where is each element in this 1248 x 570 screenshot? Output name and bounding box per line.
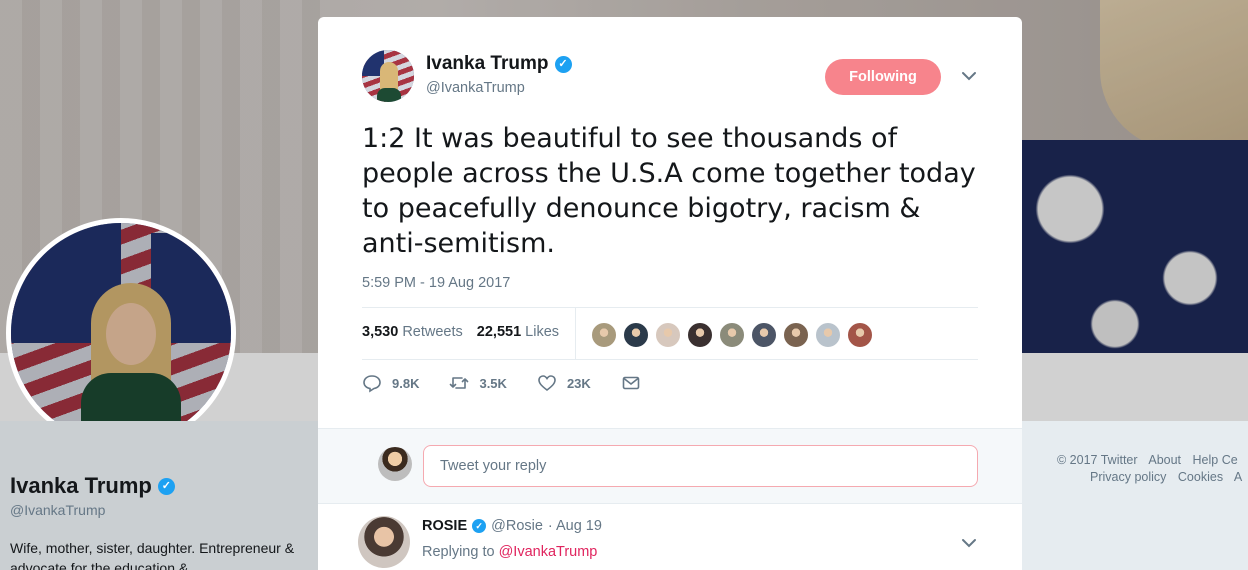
footer-copyright: © 2017 Twitter bbox=[1057, 453, 1138, 467]
liker-avatar[interactable] bbox=[750, 321, 778, 349]
profile-handle[interactable]: @IvankaTrump bbox=[10, 502, 105, 518]
current-user-avatar[interactable] bbox=[378, 447, 412, 481]
stats-separator bbox=[575, 308, 576, 360]
author-handle[interactable]: @IvankaTrump bbox=[426, 80, 525, 96]
liker-avatar[interactable] bbox=[686, 321, 714, 349]
footer-about-link[interactable]: About bbox=[1148, 453, 1181, 467]
divider bbox=[362, 307, 978, 308]
reply-icon bbox=[363, 375, 381, 393]
liker-avatar[interactable] bbox=[654, 321, 682, 349]
author-avatar[interactable] bbox=[362, 50, 414, 102]
liker-avatar[interactable] bbox=[590, 321, 618, 349]
chevron-down-icon[interactable] bbox=[960, 69, 978, 83]
reply-author-handle[interactable]: @Rosie bbox=[491, 518, 543, 534]
reply-author-name[interactable]: ROSIE bbox=[422, 518, 467, 534]
chevron-down-icon[interactable] bbox=[960, 536, 978, 550]
likers-avatar-row bbox=[590, 321, 874, 349]
reply-action[interactable]: 9.8K bbox=[362, 373, 419, 393]
tweet-stats: 3,530 Retweets 22,551 Likes bbox=[362, 324, 559, 340]
footer-privacy-link[interactable]: Privacy policy bbox=[1090, 470, 1166, 484]
replying-to: Replying to @IvankaTrump bbox=[422, 544, 598, 560]
like-action[interactable]: 23K bbox=[537, 373, 591, 393]
liker-avatar[interactable] bbox=[782, 321, 810, 349]
replying-to-link[interactable]: @IvankaTrump bbox=[499, 544, 598, 560]
retweet-action[interactable]: 3.5K bbox=[449, 373, 507, 393]
liker-avatar[interactable] bbox=[846, 321, 874, 349]
envelope-icon bbox=[622, 376, 640, 390]
following-button[interactable]: Following bbox=[825, 59, 941, 95]
footer-ads-link[interactable]: A bbox=[1234, 470, 1242, 484]
heart-icon bbox=[538, 375, 556, 392]
profile-name[interactable]: Ivanka Trump ✓ bbox=[10, 473, 175, 499]
divider bbox=[362, 359, 978, 360]
liker-avatar[interactable] bbox=[622, 321, 650, 349]
reply-author-avatar[interactable] bbox=[358, 516, 410, 568]
verified-badge-icon: ✓ bbox=[472, 519, 487, 533]
profile-bio: Wife, mother, sister, daughter. Entrepre… bbox=[10, 540, 295, 570]
tweet-actions: 9.8K 3.5K 23K bbox=[362, 373, 671, 393]
author-name[interactable]: Ivanka Trump ✓ bbox=[426, 53, 572, 75]
retweet-icon bbox=[450, 377, 469, 389]
footer-links-row1: © 2017 Twitter About Help Ce bbox=[1057, 451, 1246, 470]
likes-stat[interactable]: 22,551 Likes bbox=[477, 324, 559, 340]
retweets-stat[interactable]: 3,530 Retweets bbox=[362, 324, 463, 340]
footer-links-row2: Privacy policy Cookies A bbox=[1090, 470, 1248, 484]
tweet-text: 1:2 It was beautiful to see thousands of… bbox=[362, 123, 976, 259]
profile-avatar[interactable] bbox=[6, 218, 236, 448]
liker-avatar[interactable] bbox=[814, 321, 842, 349]
verified-badge-icon: ✓ bbox=[157, 477, 175, 495]
reply-date[interactable]: · Aug 19 bbox=[548, 518, 602, 534]
reply-input[interactable] bbox=[423, 445, 978, 487]
tweet-timestamp[interactable]: 5:59 PM - 19 Aug 2017 bbox=[362, 275, 510, 291]
reply-tweet[interactable]: ROSIE ✓ @Rosie · Aug 19 Replying to @Iva… bbox=[318, 504, 1022, 570]
reply-author-line: ROSIE ✓ @Rosie · Aug 19 bbox=[422, 518, 602, 534]
footer-help-link[interactable]: Help Ce bbox=[1193, 453, 1238, 467]
reply-composer bbox=[318, 428, 1022, 504]
footer-cookies-link[interactable]: Cookies bbox=[1178, 470, 1223, 484]
direct-message-action[interactable] bbox=[621, 373, 641, 393]
verified-badge-icon: ✓ bbox=[554, 55, 572, 73]
tweet-modal: Ivanka Trump ✓ @IvankaTrump Following 1:… bbox=[318, 17, 1022, 570]
liker-avatar[interactable] bbox=[718, 321, 746, 349]
